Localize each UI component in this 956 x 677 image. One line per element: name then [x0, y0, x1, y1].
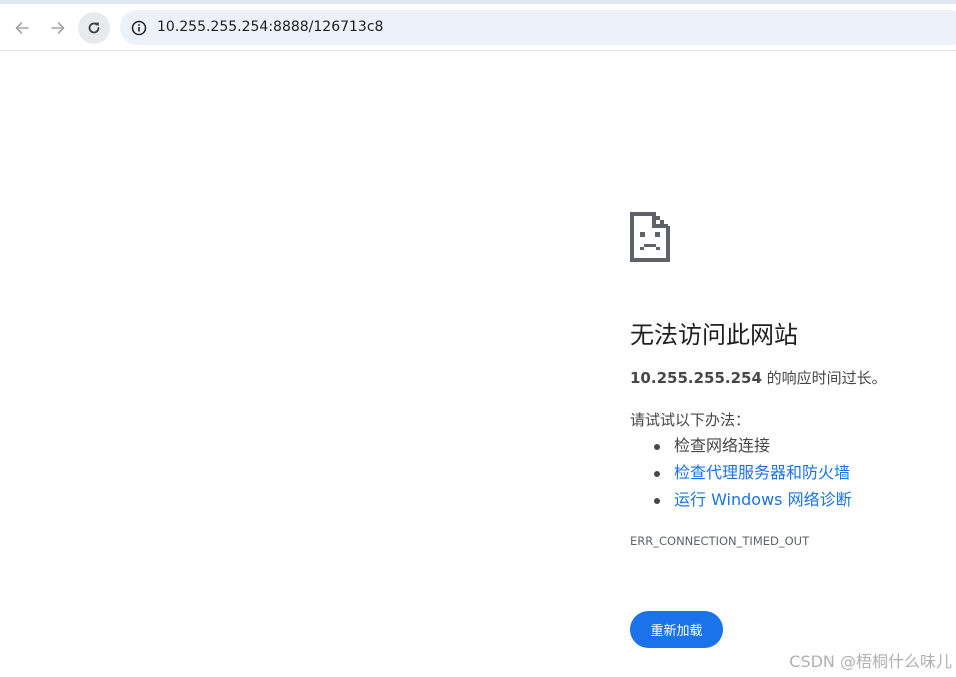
sad-document-icon — [630, 212, 670, 262]
back-button[interactable] — [6, 12, 38, 44]
bullet — [654, 498, 660, 504]
suggestion-label[interactable]: 运行 Windows 网络诊断 — [674, 490, 852, 509]
suggestion-check-proxy-link[interactable]: 检查代理服务器和防火墙 — [630, 461, 852, 488]
reload-icon — [88, 22, 100, 34]
url-text[interactable]: 10.255.255.254:8888/126713c8 — [157, 19, 383, 35]
host-name: 10.255.255.254 — [630, 369, 762, 387]
suggestions-list: 检查网络连接 检查代理服务器和防火墙 运行 Windows 网络诊断 — [630, 434, 852, 515]
bullet — [654, 444, 660, 450]
error-content: 无法访问此网站 10.255.255.254 的响应时间过长。 请试试以下办法：… — [630, 212, 950, 648]
bullet — [654, 471, 660, 477]
error-code: ERR_CONNECTION_TIMED_OUT — [630, 534, 810, 548]
error-description: 10.255.255.254 的响应时间过长。 — [630, 367, 887, 388]
suggestion-label[interactable]: 检查代理服务器和防火墙 — [674, 463, 850, 482]
suggestion-check-network: 检查网络连接 — [630, 434, 852, 461]
reload-page-button[interactable]: 重新加载 — [630, 611, 723, 648]
info-icon[interactable] — [129, 18, 149, 38]
watermark: CSDN @梧桐什么味儿 — [789, 652, 952, 671]
forward-button[interactable] — [42, 12, 74, 44]
browser-toolbar: 10.255.255.254:8888/126713c8 — [0, 0, 956, 51]
arrow-left-icon — [15, 22, 29, 34]
suggestion-label: 检查网络连接 — [674, 436, 771, 455]
error-title: 无法访问此网站 — [630, 321, 798, 349]
tab-strip-edge — [0, 0, 956, 4]
suggestions-heading: 请试试以下办法： — [630, 411, 751, 429]
arrow-right-icon — [51, 22, 65, 34]
reload-button[interactable] — [78, 12, 110, 44]
address-bar[interactable]: 10.255.255.254:8888/126713c8 — [120, 10, 956, 45]
description-suffix: 的响应时间过长。 — [761, 369, 887, 387]
suggestion-network-diagnostics-link[interactable]: 运行 Windows 网络诊断 — [630, 488, 852, 515]
